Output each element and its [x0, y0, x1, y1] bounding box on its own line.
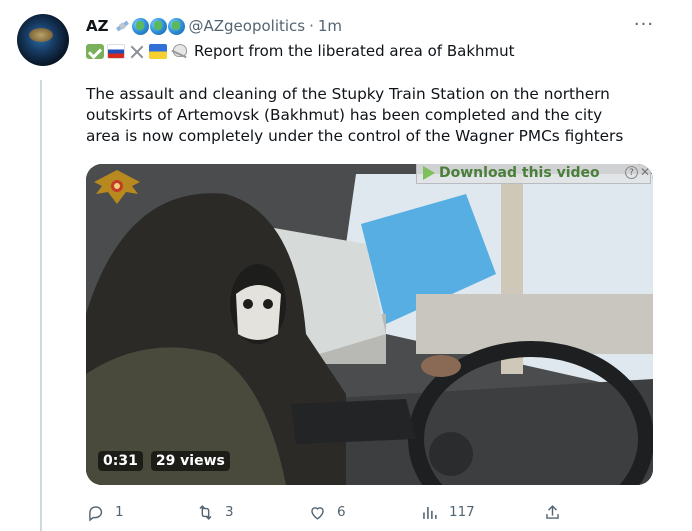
like-button[interactable]: 6 — [308, 500, 346, 524]
globe-icon — [167, 17, 185, 35]
tweet-body: The assault and cleaning of the Stupky T… — [86, 85, 624, 145]
globe-icon — [131, 17, 149, 35]
skull-crossbones-icon — [170, 43, 188, 59]
avatar[interactable] — [17, 14, 69, 66]
timestamp[interactable]: 1m — [318, 17, 342, 35]
share-icon — [546, 504, 559, 519]
satellite-icon — [114, 18, 131, 35]
eagle-emblem-icon — [94, 170, 140, 204]
help-icon[interactable]: ? — [625, 166, 638, 179]
share-button[interactable] — [543, 500, 572, 524]
retweet-icon — [199, 504, 212, 520]
name-emojis — [114, 17, 185, 35]
close-icon[interactable]: ✕ — [640, 165, 650, 179]
video-frame — [86, 164, 653, 485]
reply-icon — [89, 505, 103, 521]
crossed-swords-icon — [128, 44, 146, 59]
reply-button[interactable]: 1 — [86, 500, 124, 524]
tweet-line1: Report from the liberated area of Bakhmu… — [86, 40, 515, 62]
separator: · — [309, 17, 314, 35]
heart-icon — [311, 506, 324, 520]
tweet-actions: 1 3 6 117 — [86, 500, 566, 524]
more-horizontal-icon[interactable]: ··· — [630, 14, 658, 35]
like-count: 6 — [337, 504, 346, 520]
globe-icon — [149, 17, 167, 35]
ukraine-flag-icon — [149, 43, 167, 59]
thread-line — [40, 80, 42, 531]
reply-count: 1 — [115, 504, 124, 520]
retweet-button[interactable]: 3 — [196, 500, 234, 524]
retweet-count: 3 — [225, 504, 234, 520]
handle[interactable]: @AZgeopolitics — [189, 17, 306, 35]
video-player[interactable]: Download this video ? ✕ 0:31 29 views — [86, 164, 653, 485]
views-count: 117 — [449, 504, 475, 520]
tweet[interactable]: AZ @AZgeopolitics · 1m ··· Report from t… — [0, 0, 692, 531]
analytics-icon — [423, 506, 437, 519]
video-views: 29 views — [150, 451, 230, 471]
play-icon — [423, 166, 435, 180]
tweet-title-text: Report from the liberated area of Bakhmu… — [194, 42, 515, 60]
tweet-header: AZ @AZgeopolitics · 1m — [86, 15, 342, 37]
video-meta: 0:31 29 views — [98, 450, 230, 472]
video-duration: 0:31 — [98, 451, 143, 471]
download-video-overlay[interactable]: Download this video ? ✕ — [416, 164, 651, 184]
russia-flag-icon — [107, 43, 125, 59]
download-video-label: Download this video — [439, 165, 600, 181]
check-mark-icon — [86, 43, 104, 59]
display-name[interactable]: AZ — [86, 17, 109, 35]
views-button[interactable]: 117 — [420, 500, 475, 524]
